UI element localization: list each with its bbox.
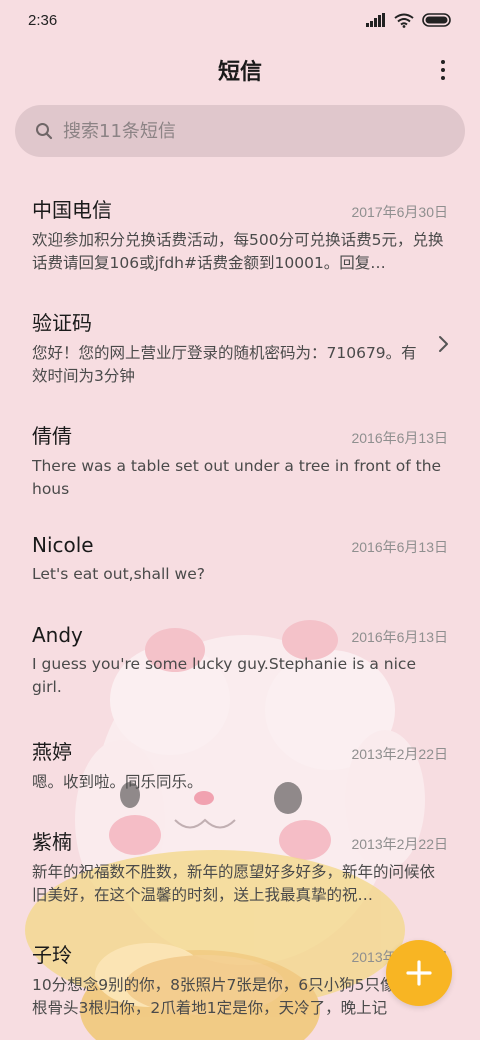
message-preview: There was a table set out under a tree i… — [32, 457, 442, 498]
signal-icon — [366, 13, 385, 27]
message-date: 2016年6月13日 — [351, 629, 448, 645]
message-preview: 欢迎参加积分兑换话费活动，每500分可兑换话费5元，兑换话费请回复106或jfd… — [32, 231, 444, 272]
search-bar[interactable] — [15, 105, 465, 157]
more-vert-icon — [441, 60, 445, 64]
search-icon — [36, 123, 53, 140]
conversation-item[interactable]: Nicole 2016年6月13日 Let's eat out,shall we? — [0, 519, 480, 609]
conversation-item[interactable]: Andy 2016年6月13日 I guess you're some lucky… — [0, 609, 480, 722]
contact-name: Nicole — [32, 533, 94, 557]
search-input[interactable] — [63, 120, 443, 142]
wifi-icon — [394, 13, 414, 28]
conversation-list: 中国电信 2017年6月30日 欢迎参加积分兑换话费活动，每500分可兑换话费5元… — [0, 180, 480, 1038]
status-time: 2:36 — [28, 11, 58, 29]
contact-name: Andy — [32, 623, 83, 647]
page-title: 短信 — [217, 60, 262, 85]
conversation-item[interactable]: 倩倩 2016年6月13日 There was a table set out u… — [0, 406, 480, 519]
contact-name: 子玲 — [32, 943, 72, 967]
plus-icon — [406, 960, 432, 986]
battery-icon — [422, 13, 451, 27]
conversation-item[interactable]: 紫楠 2013年2月22日 新年的祝福数不胜数，新年的愿望好多好多，新年的问候依旧… — [0, 812, 480, 925]
status-icons — [366, 13, 452, 28]
more-options-button[interactable] — [432, 56, 454, 84]
message-preview: I guess you're some lucky guy.Stephanie … — [32, 655, 416, 696]
message-date: 2017年6月30日 — [351, 204, 448, 220]
contact-name: 中国电信 — [32, 198, 112, 222]
message-date: 2013年2月22日 — [351, 746, 448, 762]
message-date: 2016年6月13日 — [351, 430, 448, 446]
contact-name: 倩倩 — [32, 424, 72, 448]
chevron-right-icon — [439, 336, 448, 352]
conversation-item[interactable]: 燕婷 2013年2月22日 嗯。收到啦。同乐同乐。 — [0, 722, 480, 812]
message-preview: 您好！您的网上营业厅登录的随机密码为：710679。有效时间为3分钟 — [32, 344, 417, 385]
conversation-item[interactable]: 中国电信 2017年6月30日 欢迎参加积分兑换话费活动，每500分可兑换话费5元… — [0, 180, 480, 293]
message-date: 2016年6月13日 — [351, 539, 448, 555]
message-date: 2013年2月22日 — [351, 836, 448, 852]
status-bar: 2:36 — [0, 0, 480, 40]
new-message-button[interactable] — [386, 940, 452, 1006]
message-preview: Let's eat out,shall we? — [32, 565, 205, 583]
contact-name: 燕婷 — [32, 740, 72, 764]
message-preview: 嗯。收到啦。同乐同乐。 — [32, 773, 203, 791]
contact-name: 紫楠 — [32, 830, 72, 854]
message-preview: 新年的祝福数不胜数，新年的愿望好多好多，新年的问候依旧美好，在这个温馨的时刻，送… — [32, 863, 436, 904]
contact-name: 验证码 — [32, 311, 92, 335]
app-header: 短信 — [0, 48, 480, 92]
conversation-item[interactable]: 验证码 您好！您的网上营业厅登录的随机密码为：710679。有效时间为3分钟 — [0, 293, 480, 406]
message-preview: 10分想念9别的你，8张照片7张是你，6只小狗5只像你，4根骨头3根归你，2爪着… — [32, 976, 437, 1017]
